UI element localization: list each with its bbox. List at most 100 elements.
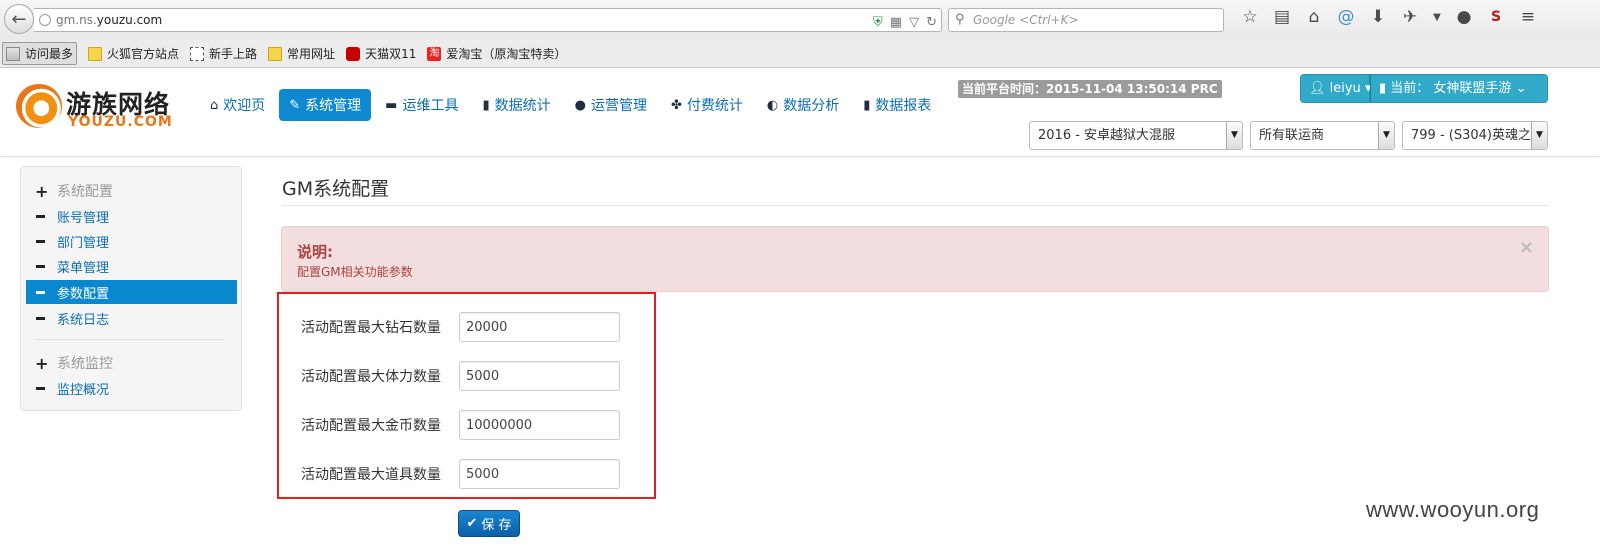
minus-icon [36, 264, 45, 268]
operator-select[interactable]: 所有联运商 ▼ [1250, 121, 1395, 150]
title-divider [282, 205, 1549, 206]
menu-icon[interactable]: ≡ [1512, 7, 1544, 27]
user-button-group: 👤︎ leiyu ▾ ▮ 当前： 女神联盟手游 ⌄ [1300, 74, 1548, 103]
signal-icon: ▮ [482, 97, 490, 113]
plus-icon: + [35, 181, 49, 201]
nav-label: 欢迎页 [223, 98, 266, 114]
nav-payment-stats[interactable]: ✤ 付费统计 [661, 89, 753, 121]
sidebar-group-label: 系统配置 [57, 184, 113, 200]
si-extension-icon[interactable]: S [1480, 9, 1512, 25]
site-header: 游族网络 YOUZU.COM ⌂ 欢迎页 ✎ 系统管理 ▬ 运维工具 ▮ 数据统计 ● 运… [0, 69, 1600, 157]
bookmark-star-icon[interactable]: ☆ [1234, 7, 1266, 27]
max-diamonds-label: 活动配置最大钻石数量 [301, 320, 441, 336]
nav-operations[interactable]: ● 运营管理 [565, 89, 657, 121]
search-icon: ⚲ [955, 12, 965, 27]
sidebar-group-system-monitor[interactable]: + 系统监控 [35, 353, 113, 373]
current-game-label: 当前： 女神联盟手游 [1390, 81, 1512, 96]
bookmarks-bar: 访问最多 火狐官方站点 新手上路 常用网址 天猫双11 淘爱淘宝（原淘宝特卖） [0, 40, 1600, 68]
current-game-button[interactable]: ▮ 当前： 女神联盟手游 ⌄ [1370, 74, 1548, 103]
minus-icon [36, 386, 45, 390]
nav-label: 运维工具 [402, 98, 459, 114]
form-row-max-gold: 活动配置最大金币数量 [301, 410, 620, 440]
bookmark-most-visited[interactable]: 访问最多 [2, 42, 78, 65]
sidebar-item-departments[interactable]: 部门管理 [26, 229, 237, 253]
bookmark-common-sites[interactable]: 常用网址 [268, 45, 335, 62]
user-menu-button[interactable]: 👤︎ leiyu ▾ [1300, 74, 1371, 103]
max-items-input[interactable] [459, 459, 620, 489]
nav-label: 运营管理 [590, 98, 647, 114]
sidebar-group-system-config[interactable]: + 系统配置 [35, 181, 113, 201]
platform-time-badge: 当前平台时间：2015-11-04 13:50:14 PRC [958, 80, 1222, 98]
bookmark-tmall[interactable]: 天猫双11 [346, 45, 416, 62]
wrench-icon: ✎ [289, 97, 301, 113]
nav-ops-tools[interactable]: ▬ 运维工具 [375, 89, 468, 121]
sidebar-item-accounts[interactable]: 账号管理 [26, 204, 237, 228]
book-icon: ▮ [863, 97, 871, 113]
form-row-max-items: 活动配置最大道具数量 [301, 459, 620, 489]
qr-code-icon[interactable]: ▦ [890, 12, 902, 34]
download-icon[interactable]: ⬇ [1362, 7, 1394, 27]
bookmark-label: 访问最多 [25, 47, 74, 61]
sidebar-item-monitor-overview[interactable]: 监控概况 [26, 376, 237, 400]
platform-select[interactable]: 2016 - 安卓越狱大混服 ▼ [1029, 121, 1243, 150]
logo-swirl-icon [16, 84, 62, 128]
bookmark-firefox-site[interactable]: 火狐官方站点 [88, 45, 179, 62]
watermark: www.wooyun.org [1366, 497, 1540, 522]
nav-data-stats[interactable]: ▮ 数据统计 [472, 89, 560, 121]
back-button[interactable]: ← [4, 4, 34, 34]
server-select[interactable]: 799 - (S304)英魂之刃 ▼ [1402, 121, 1548, 150]
home-icon: ⌂ [210, 97, 219, 113]
max-stamina-input[interactable] [459, 361, 620, 391]
browser-toolbar: ← gm.ns.youzu.com ⛨ ▦ ▽ ↻ ⚲ Google <Ctrl… [0, 0, 1600, 40]
chevron-down-icon[interactable]: ▼ [1426, 12, 1448, 23]
gm-config-form: 活动配置最大钻石数量 活动配置最大体力数量 活动配置最大金币数量 活动配置最大道… [277, 292, 656, 499]
dropdown-arrow-icon: ▼ [1226, 122, 1242, 149]
nav-data-reports[interactable]: ▮ 数据报表 [853, 89, 941, 121]
info-alert: 说明: 配置GM相关功能参数 × [281, 226, 1549, 292]
nav-system-management[interactable]: ✎ 系统管理 [279, 89, 372, 121]
at-icon[interactable]: @ [1330, 7, 1362, 27]
bookmark-label: 天猫双11 [365, 47, 417, 61]
platform-select-value: 2016 - 安卓越狱大混服 [1038, 128, 1176, 143]
bookmark-label: 火狐官方站点 [107, 47, 180, 61]
nav-welcome[interactable]: ⌂ 欢迎页 [200, 89, 275, 121]
reload-icon[interactable]: ↻ [926, 12, 937, 34]
nav-label: 数据统计 [494, 98, 551, 114]
minus-icon [36, 239, 45, 243]
chat-icon[interactable]: ● [1448, 7, 1480, 27]
globe-icon: ● [574, 97, 586, 113]
bookmark-taobao[interactable]: 淘爱淘宝（原淘宝特卖） [427, 45, 566, 62]
nav-label: 数据分析 [783, 98, 840, 114]
most-visited-icon [6, 46, 20, 61]
nav-label: 系统管理 [305, 98, 362, 114]
sidebar-item-parameters[interactable]: 参数配置 [26, 280, 237, 304]
nav-label: 数据报表 [875, 98, 932, 114]
tmall-icon [346, 46, 361, 61]
max-gold-label: 活动配置最大金币数量 [301, 418, 441, 434]
max-gold-input[interactable] [459, 410, 620, 440]
folder-icon [88, 46, 103, 61]
sidebar-item-label: 参数配置 [57, 286, 110, 302]
dropdown-icon[interactable]: ▽ [909, 12, 919, 34]
nav-data-analysis[interactable]: ◐ 数据分析 [757, 89, 849, 121]
sidebar-item-label: 系统日志 [57, 312, 110, 328]
reading-list-icon[interactable]: ▤ [1266, 7, 1298, 27]
shield-icon[interactable]: ⛨ [873, 12, 883, 34]
chevron-down-icon: ⌄ [1515, 81, 1527, 96]
close-icon[interactable]: × [1519, 237, 1534, 258]
check-icon: ✔ [466, 516, 478, 531]
sidebar-item-menus[interactable]: 菜单管理 [26, 254, 237, 278]
bookmark-getting-started[interactable]: 新手上路 [190, 45, 257, 62]
minus-icon [36, 290, 45, 294]
hdd-icon: ▬ [385, 97, 398, 113]
save-button[interactable]: ✔ 保 存 [458, 510, 520, 537]
extension-icon[interactable]: ✈ [1394, 7, 1426, 27]
sidebar-item-system-log[interactable]: 系统日志 [26, 306, 237, 330]
adjust-icon: ◐ [766, 97, 779, 113]
home-icon[interactable]: ⌂ [1298, 7, 1330, 27]
search-input[interactable]: ⚲ Google <Ctrl+K> [948, 8, 1224, 32]
url-host: youzu.com [96, 13, 163, 27]
youzu-logo[interactable]: 游族网络 YOUZU.COM [16, 84, 186, 130]
max-diamonds-input[interactable] [459, 312, 620, 342]
address-bar[interactable]: gm.ns.youzu.com ⛨ ▦ ▽ ↻ [34, 8, 942, 32]
